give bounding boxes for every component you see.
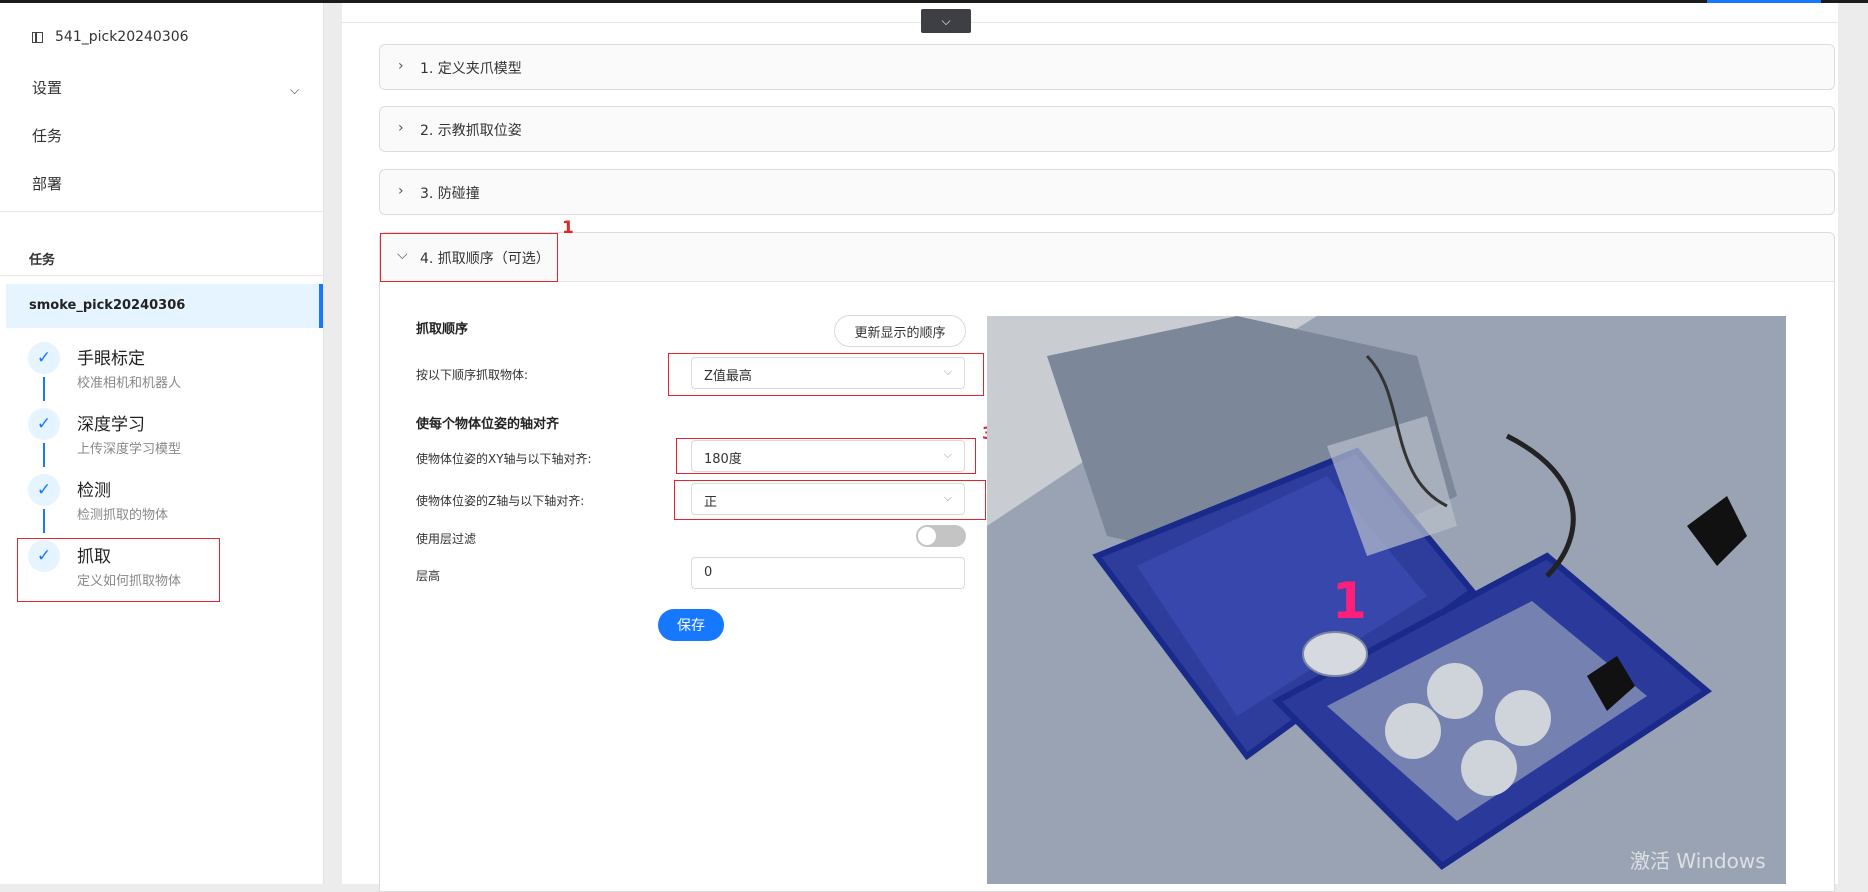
panel-define-gripper[interactable]: › 1. 定义夹爪模型	[379, 44, 1835, 90]
pick-order-marker: 1	[1332, 572, 1367, 630]
point-cloud-scene	[987, 316, 1786, 884]
xy-align-label: 使物体位姿的XY轴与以下轴对齐:	[416, 452, 592, 466]
check-icon: ✓	[28, 408, 60, 440]
annotation-box-picking-step	[17, 538, 220, 602]
panel-label: 2. 示教抓取位姿	[420, 123, 522, 139]
layer-height-input[interactable]: 0	[691, 557, 965, 589]
project-row[interactable]: 541_pick20240306	[32, 29, 189, 45]
update-order-button[interactable]: 更新显示的顺序	[834, 315, 966, 347]
order-label: 按以下顺序抓取物体:	[416, 368, 529, 382]
windows-activation-watermark: 激活 Windows	[1630, 849, 1766, 873]
chevron-right-icon: ›	[398, 183, 404, 199]
step-desc: 上传深度学习模型	[77, 442, 182, 457]
collapse-toggle-button[interactable]: ⌵	[921, 9, 971, 33]
layer-height-label: 层高	[416, 569, 441, 583]
annotation-box-1	[380, 233, 558, 282]
panel-label: 3. 防碰撞	[420, 186, 480, 202]
chevron-right-icon: ›	[398, 120, 404, 136]
task-item-selected[interactable]: smoke_pick20240306	[6, 284, 323, 328]
sidebar-divider	[0, 275, 323, 276]
step-connector	[43, 509, 45, 533]
z-align-label: 使物体位姿的Z轴与以下轴对齐:	[416, 494, 585, 508]
step-connector	[43, 443, 45, 467]
sidebar: 541_pick20240306 设置 ⌵ 任务 部署 任务 smoke_pic…	[0, 3, 324, 884]
check-icon: ✓	[28, 342, 60, 374]
sidebar-divider	[0, 211, 323, 212]
step-desc: 校准相机和机器人	[77, 376, 182, 391]
check-icon: ✓	[28, 474, 60, 506]
project-icon	[32, 31, 43, 43]
section-title-pick-order: 抓取顺序	[416, 322, 469, 337]
sidebar-item-deploy[interactable]: 部署	[32, 173, 62, 194]
chevron-down-icon[interactable]: ⌵	[290, 83, 299, 98]
step-desc: 检测抓取的物体	[77, 508, 169, 523]
layer-filter-label: 使用层过滤	[416, 532, 477, 546]
annotation-number-1: 1	[562, 218, 574, 238]
annotation-box-4	[674, 480, 986, 520]
chevron-down-icon: ⌵	[941, 13, 951, 28]
panel-pick-order-header[interactable]: ⌵ 4. 抓取顺序（可选）	[380, 233, 1834, 282]
sidebar-item-settings[interactable]: 设置	[32, 77, 62, 98]
step-title: 深度学习	[77, 415, 145, 435]
sidebar-item-tasks[interactable]: 任务	[32, 125, 62, 146]
point-cloud-viewer[interactable]	[987, 316, 1786, 884]
annotation-box-2	[668, 353, 984, 396]
save-button[interactable]: 保存	[658, 609, 724, 641]
panel-label: 1. 定义夹爪模型	[420, 61, 522, 77]
step-title: 检测	[77, 481, 111, 501]
main-top-divider	[342, 22, 1838, 23]
task-item-label: smoke_pick20240306	[29, 298, 186, 313]
layer-filter-toggle[interactable]	[916, 525, 966, 547]
align-section-title: 使每个物体位姿的轴对齐	[416, 417, 560, 432]
panel-collision[interactable]: › 3. 防碰撞	[379, 169, 1835, 215]
annotation-box-3	[676, 438, 976, 474]
toggle-knob	[918, 527, 936, 545]
task-section-title: 任务	[29, 253, 56, 268]
step-title: 手眼标定	[77, 349, 145, 369]
panel-teach-pose[interactable]: › 2. 示教抓取位姿	[379, 106, 1835, 152]
chevron-right-icon: ›	[398, 58, 404, 74]
project-name: 541_pick20240306	[55, 29, 189, 45]
layer-height-value: 0	[704, 565, 713, 580]
step-connector	[43, 377, 45, 401]
